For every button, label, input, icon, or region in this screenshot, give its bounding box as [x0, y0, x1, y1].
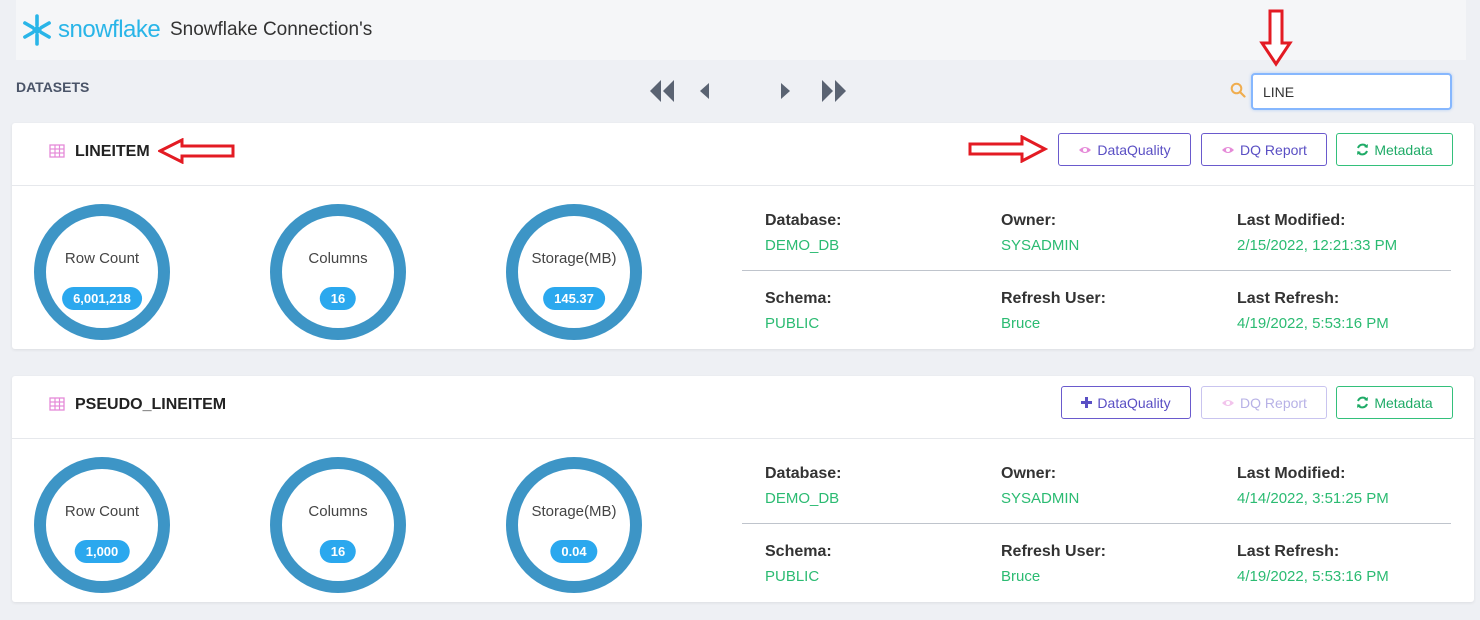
gauge-label: Columns — [308, 250, 368, 267]
refresh-user-label: Refresh User: — [1001, 290, 1106, 307]
card-header: LINEITEM DataQuality DQ Report Metadata — [12, 123, 1474, 186]
last-modified-label: Last Modified: — [1237, 212, 1346, 229]
dataquality-label: DataQuality — [1097, 394, 1171, 411]
gauge-label: Row Count — [64, 250, 140, 267]
datasets-heading: DATASETS — [16, 79, 90, 95]
database-value: DEMO_DB — [765, 237, 840, 254]
schema-label: Schema: — [765, 290, 832, 307]
last-page-icon — [822, 80, 846, 102]
last-refresh-value: 4/19/2022, 5:53:16 PM — [1237, 315, 1389, 332]
snowflake-logo: snowflake — [20, 12, 161, 48]
refresh-user-value: Bruce — [1001, 568, 1041, 585]
storage-badge: 0.04 — [550, 540, 598, 563]
database-label: Database: — [765, 212, 842, 229]
search-input[interactable] — [1251, 73, 1452, 110]
add-dataquality-button[interactable]: DataQuality — [1061, 386, 1191, 419]
dataset-card: PSEUDO_LINEITEM DataQuality DQ Report Me… — [12, 376, 1474, 602]
schema-value: PUBLIC — [765, 315, 820, 332]
gauge-label: Row Count — [64, 503, 140, 520]
refresh-user-value: Bruce — [1001, 315, 1041, 332]
first-page-icon — [650, 80, 674, 102]
row-count-badge: 1,000 — [74, 540, 130, 563]
columns-gauge: Columns 16 — [270, 457, 406, 593]
last-refresh-label: Last Refresh: — [1237, 543, 1340, 560]
prev-page-button[interactable] — [692, 74, 716, 108]
page-title: Snowflake Connection's — [170, 19, 373, 40]
gauge-label: Storage(MB) — [531, 503, 617, 520]
row-count-badge: 6,001,218 — [62, 287, 142, 310]
refresh-icon — [1356, 143, 1369, 156]
dataquality-label: DataQuality — [1097, 141, 1171, 158]
next-page-button[interactable] — [774, 74, 798, 108]
card-header: PSEUDO_LINEITEM DataQuality DQ Report Me… — [12, 376, 1474, 439]
metadata-button[interactable]: Metadata — [1336, 133, 1453, 166]
columns-gauge: Columns 16 — [270, 204, 406, 340]
last-modified-label: Last Modified: — [1237, 465, 1346, 482]
dataset-name[interactable]: LINEITEM — [75, 143, 150, 161]
metadata-button[interactable]: Metadata — [1336, 386, 1453, 419]
columns-badge: 16 — [319, 287, 357, 310]
dq-report-button[interactable]: DQ Report — [1201, 386, 1327, 419]
refresh-user-label: Refresh User: — [1001, 543, 1106, 560]
dataquality-button[interactable]: DataQuality — [1058, 133, 1191, 166]
dataset-name[interactable]: PSEUDO_LINEITEM — [75, 396, 226, 414]
last-refresh-value: 4/19/2022, 5:53:16 PM — [1237, 568, 1389, 585]
refresh-icon — [1356, 396, 1369, 409]
snowflake-icon — [23, 14, 51, 46]
database-value: DEMO_DB — [765, 490, 840, 507]
schema-value: PUBLIC — [765, 568, 820, 585]
row-count-gauge: Row Count 6,001,218 — [34, 204, 170, 340]
dq-report-button[interactable]: DQ Report — [1201, 133, 1327, 166]
prev-page-icon — [700, 83, 709, 99]
info-divider — [742, 270, 1451, 271]
eye-icon — [1221, 145, 1235, 155]
app-header: snowflake Snowflake Connection's — [16, 0, 1466, 60]
database-label: Database: — [765, 465, 842, 482]
owner-label: Owner: — [1001, 212, 1057, 229]
first-page-button[interactable] — [644, 74, 680, 108]
logo-text: snowflake — [58, 16, 161, 43]
eye-icon — [1221, 398, 1235, 408]
search-icon — [1230, 82, 1246, 103]
last-refresh-label: Last Refresh: — [1237, 290, 1340, 307]
next-page-icon — [781, 83, 790, 99]
row-count-gauge: Row Count 1,000 — [34, 457, 170, 593]
table-icon — [49, 397, 65, 416]
columns-badge: 16 — [319, 540, 357, 563]
metadata-label: Metadata — [1374, 394, 1433, 411]
plus-icon — [1081, 397, 1093, 408]
last-modified-value: 2/15/2022, 12:21:33 PM — [1237, 237, 1398, 254]
dataset-card: LINEITEM DataQuality DQ Report Metadata … — [12, 123, 1474, 349]
last-page-button[interactable] — [816, 74, 852, 108]
schema-label: Schema: — [765, 543, 832, 560]
metadata-label: Metadata — [1374, 141, 1433, 158]
owner-value: SYSADMIN — [1001, 237, 1080, 254]
gauge-label: Storage(MB) — [531, 250, 617, 267]
last-modified-value: 4/14/2022, 3:51:25 PM — [1237, 490, 1389, 507]
gauge-label: Columns — [308, 503, 368, 520]
owner-value: SYSADMIN — [1001, 490, 1080, 507]
eye-icon — [1078, 145, 1092, 155]
table-icon — [49, 144, 65, 163]
owner-label: Owner: — [1001, 465, 1057, 482]
dq-report-label: DQ Report — [1240, 141, 1307, 158]
storage-gauge: Storage(MB) 0.04 — [506, 457, 642, 593]
storage-badge: 145.37 — [543, 287, 605, 310]
storage-gauge: Storage(MB) 145.37 — [506, 204, 642, 340]
info-divider — [742, 523, 1451, 524]
dq-report-label: DQ Report — [1240, 394, 1307, 411]
